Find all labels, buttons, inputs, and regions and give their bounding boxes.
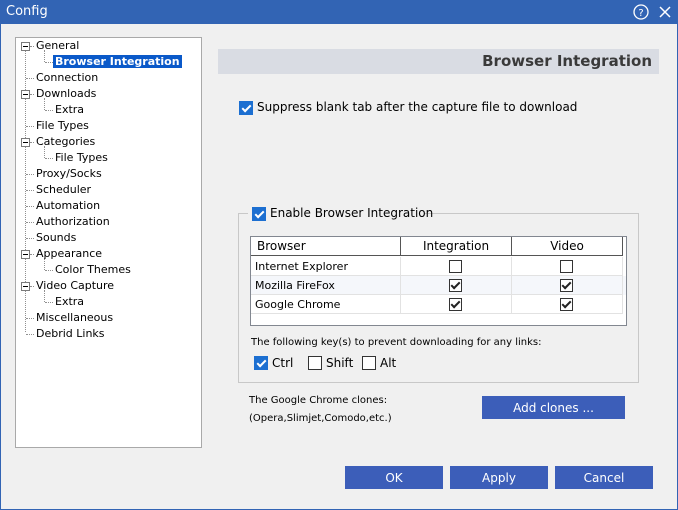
tree-connector: [26, 206, 34, 207]
tree-item-downloads-extra[interactable]: Extra: [53, 102, 86, 117]
section-header: Browser Integration: [218, 49, 659, 74]
chrome-video-checkbox[interactable]: [560, 298, 573, 311]
enable-browser-integration-label: Enable Browser Integration: [270, 206, 434, 220]
section-title: Browser Integration: [482, 52, 652, 70]
tree-item-video-extra[interactable]: Extra: [53, 294, 86, 309]
window-title: Config: [6, 4, 48, 19]
tree-item-connection[interactable]: Connection: [34, 70, 100, 85]
tree-connector: [26, 190, 34, 191]
tree-connector: [26, 78, 34, 79]
tree-connector: [26, 222, 34, 223]
cancel-button[interactable]: Cancel: [555, 466, 653, 489]
ie-video-checkbox[interactable]: [560, 260, 573, 273]
collapse-icon[interactable]: [21, 42, 30, 51]
enable-browser-integration-checkbox[interactable]: [252, 207, 266, 221]
tree-item-color-themes[interactable]: Color Themes: [53, 262, 133, 277]
column-header-browser[interactable]: Browser: [251, 237, 401, 256]
shift-key-label: Shift: [326, 356, 354, 370]
tree-item-scheduler[interactable]: Scheduler: [34, 182, 93, 197]
tree-item-video-capture[interactable]: Video Capture: [34, 278, 116, 293]
tree-connector: [26, 126, 34, 127]
tree-item-proxy-socks[interactable]: Proxy/Socks: [34, 166, 104, 181]
tree-item-appearance[interactable]: Appearance: [34, 246, 104, 261]
integration-cell: [401, 276, 512, 295]
prevent-keys-label: The following key(s) to prevent download…: [251, 337, 542, 348]
tree-item-authorization[interactable]: Authorization: [34, 214, 112, 229]
svg-text:?: ?: [638, 8, 643, 19]
browser-name: Mozilla FireFox: [251, 276, 401, 295]
video-cell: [512, 295, 623, 314]
tree-item-automation[interactable]: Automation: [34, 198, 102, 213]
alt-key-checkbox[interactable]: [362, 356, 376, 370]
browser-name: Internet Explorer: [251, 257, 401, 276]
column-header-video[interactable]: Video: [512, 237, 623, 256]
tree-item-categories[interactable]: Categories: [34, 134, 97, 149]
tree-connector: [26, 334, 34, 335]
tree-item-downloads[interactable]: Downloads: [34, 86, 98, 101]
tree-connector: [45, 62, 53, 63]
chrome-integration-checkbox[interactable]: [449, 298, 462, 311]
close-icon[interactable]: [655, 2, 675, 22]
firefox-video-checkbox[interactable]: [560, 279, 573, 292]
alt-key-label: Alt: [380, 356, 397, 370]
browser-name: Google Chrome: [251, 295, 401, 314]
integration-cell: [401, 295, 512, 314]
tree-connector: [45, 270, 53, 271]
tree-connector: [26, 318, 34, 319]
tree-item-miscellaneous[interactable]: Miscellaneous: [34, 310, 115, 325]
video-cell: [512, 257, 623, 276]
tree-item-general[interactable]: General: [34, 38, 81, 53]
column-header-integration[interactable]: Integration: [401, 237, 512, 256]
title-bar: Config ?: [0, 0, 678, 24]
settings-tree[interactable]: General Browser Integration Connection D…: [15, 37, 202, 448]
ie-integration-checkbox[interactable]: [449, 260, 462, 273]
tree-item-debrid-links[interactable]: Debrid Links: [34, 326, 107, 341]
suppress-blank-tab-label: Suppress blank tab after the capture fil…: [257, 100, 578, 114]
firefox-integration-checkbox[interactable]: [449, 279, 462, 292]
add-clones-button[interactable]: Add clones ...: [482, 396, 625, 419]
shift-key-checkbox[interactable]: [308, 356, 322, 370]
help-icon[interactable]: ?: [631, 2, 651, 22]
video-cell: [512, 276, 623, 295]
tree-item-file-types[interactable]: File Types: [34, 118, 91, 133]
chrome-clones-label: The Google Chrome clones:: [249, 395, 388, 406]
browser-table: Browser Integration Video Internet Explo…: [250, 236, 627, 326]
tree-item-browser-integration[interactable]: Browser Integration: [53, 54, 182, 69]
tree-item-sounds[interactable]: Sounds: [34, 230, 78, 245]
collapse-icon[interactable]: [21, 90, 30, 99]
tree-connector: [45, 302, 53, 303]
chrome-clones-examples: (Opera,Slimjet,Comodo,etc.): [249, 413, 392, 424]
tree-item-categories-file-types[interactable]: File Types: [53, 150, 110, 165]
tree-connector: [26, 238, 34, 239]
integration-cell: [401, 257, 512, 276]
ctrl-key-label: Ctrl: [272, 356, 294, 370]
ok-button[interactable]: OK: [345, 466, 443, 489]
collapse-icon[interactable]: [21, 250, 30, 259]
tree-connector: [45, 110, 53, 111]
apply-button[interactable]: Apply: [450, 466, 548, 489]
tree-connector: [26, 174, 34, 175]
collapse-icon[interactable]: [21, 138, 30, 147]
ctrl-key-checkbox[interactable]: [254, 356, 268, 370]
collapse-icon[interactable]: [21, 282, 30, 291]
suppress-blank-tab-checkbox[interactable]: [239, 101, 253, 115]
tree-connector: [45, 158, 53, 159]
table-row[interactable]: Mozilla FireFox: [251, 276, 626, 295]
